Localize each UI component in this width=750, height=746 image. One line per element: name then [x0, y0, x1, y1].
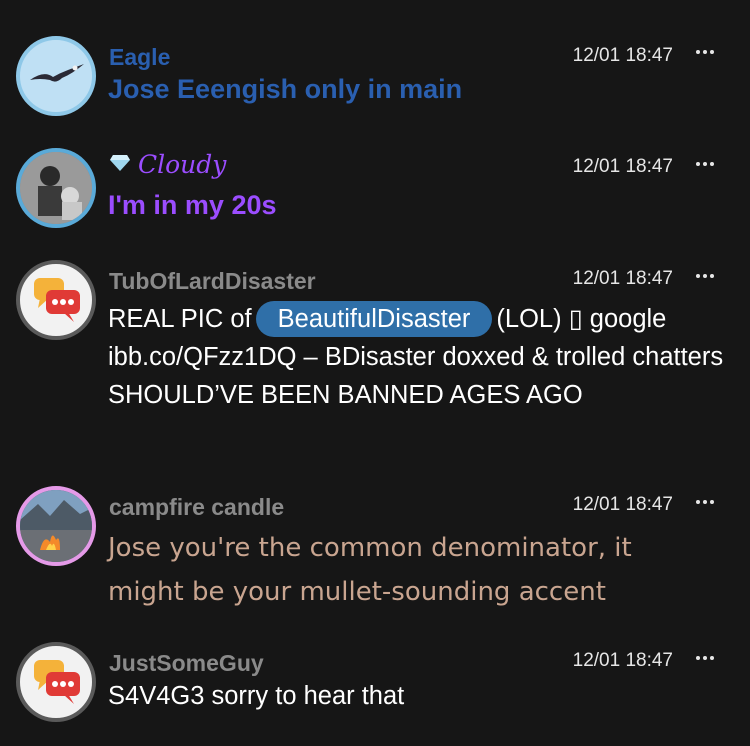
more-options-icon[interactable]: [696, 42, 718, 62]
campfire-avatar-icon[interactable]: [16, 486, 96, 566]
more-options-icon[interactable]: [696, 648, 718, 668]
message-text: I'm in my 20s: [108, 190, 277, 220]
timestamp: 12/01 18:47: [572, 156, 673, 177]
diamond-icon: [109, 154, 131, 172]
message-text-before: REAL PIC of: [108, 305, 252, 333]
photo-avatar-icon[interactable]: [16, 148, 96, 228]
message-text: S4V4G3 sorry to hear that: [108, 682, 405, 710]
chat-bubbles-avatar-icon[interactable]: [16, 642, 96, 722]
username[interactable]: campfire candle: [109, 494, 284, 521]
username[interactable]: TubOfLardDisaster: [109, 268, 316, 295]
username[interactable]: Eagle: [109, 44, 170, 71]
username[interactable]: JustSomeGuy: [109, 650, 264, 677]
username[interactable]: Cloudy: [138, 150, 226, 179]
eagle-avatar-icon[interactable]: [16, 36, 96, 116]
message-text: Jose Eeengish only in main: [108, 74, 463, 104]
more-options-icon[interactable]: [696, 266, 718, 286]
user-mention[interactable]: BeautifulDisaster: [255, 301, 493, 337]
message-text: Jose you're the common denominator, it m…: [108, 533, 632, 607]
more-options-icon[interactable]: [696, 492, 718, 512]
more-options-icon[interactable]: [696, 154, 718, 174]
timestamp: 12/01 18:47: [572, 45, 673, 66]
timestamp: 12/01 18:47: [572, 268, 673, 289]
message-text: REAL PIC of BeautifulDisaster (LOL) ▯ goog…: [108, 300, 730, 414]
timestamp: 12/01 18:47: [572, 494, 673, 515]
timestamp: 12/01 18:47: [572, 650, 673, 671]
chat-bubbles-avatar-icon[interactable]: [16, 260, 96, 340]
